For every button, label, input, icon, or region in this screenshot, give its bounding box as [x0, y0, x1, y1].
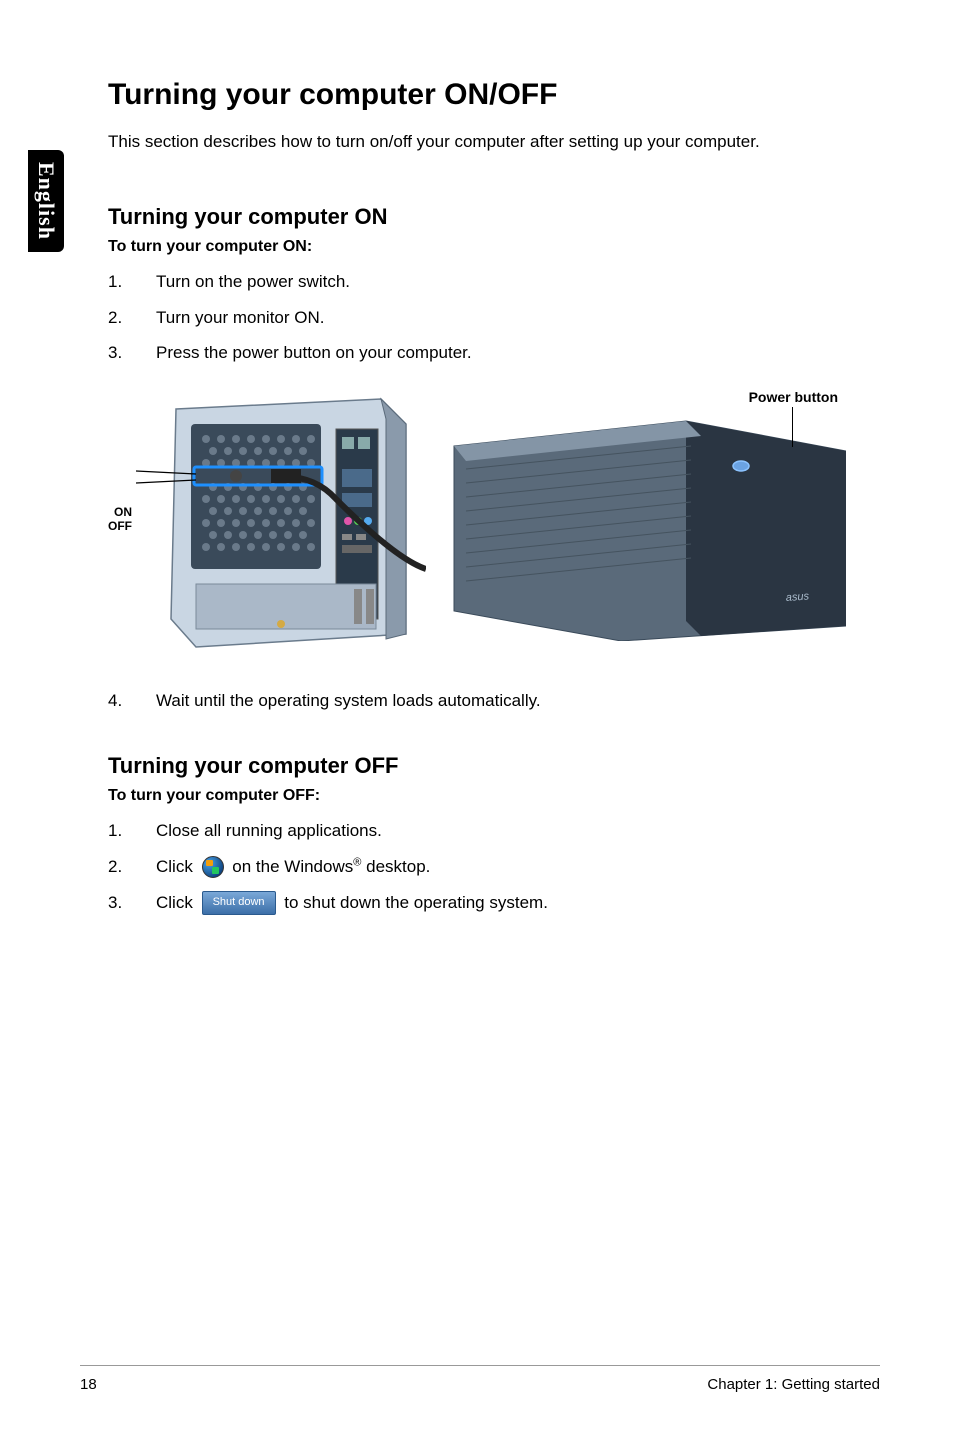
step-text: Turn on the power switch.	[156, 270, 350, 294]
step-number: 1.	[108, 270, 156, 294]
page-content: Turning your computer ON/OFF This sectio…	[108, 78, 898, 927]
shutdown-button-icon: Shut down	[202, 891, 276, 914]
list-item: 1. Close all running applications.	[108, 819, 898, 843]
diagram-front-wrapper: Power button asus	[446, 389, 898, 646]
intro-text: This section describes how to turn on/of…	[108, 130, 898, 154]
svg-text:asus: asus	[785, 591, 810, 605]
diagram-rear-wrapper: ON OFF	[108, 389, 426, 649]
step-text: Click Shut down to shut down the operati…	[156, 891, 548, 915]
power-button-line	[792, 407, 794, 447]
step-number: 1.	[108, 819, 156, 843]
chapter-label: Chapter 1: Getting started	[707, 1376, 880, 1393]
windows-start-icon	[202, 856, 224, 878]
on-off-labels: ON OFF	[108, 505, 132, 534]
power-button-label: Power button	[446, 389, 898, 405]
section-on-heading: Turning your computer ON	[108, 204, 898, 230]
steps-on-list-cont: 4. Wait until the operating system loads…	[108, 689, 898, 713]
step-text: Wait until the operating system loads au…	[156, 689, 541, 713]
step-number: 3.	[108, 891, 156, 915]
step-text: Click on the Windows® desktop.	[156, 855, 430, 879]
list-item: 3. Press the power button on your comput…	[108, 341, 898, 365]
section-off-heading: Turning your computer OFF	[108, 753, 898, 779]
on-label: ON	[108, 505, 132, 519]
step-number: 3.	[108, 341, 156, 365]
page-title: Turning your computer ON/OFF	[108, 78, 898, 112]
language-tab: English	[28, 150, 64, 252]
step-text: Press the power button on your computer.	[156, 341, 472, 365]
step-text: Turn your monitor ON.	[156, 306, 324, 330]
section-off: Turning your computer OFF To turn your c…	[108, 753, 898, 915]
list-item: 4. Wait until the operating system loads…	[108, 689, 898, 713]
computer-front-diagram: asus	[446, 411, 846, 641]
steps-off-list: 1. Close all running applications. 2. Cl…	[108, 819, 898, 915]
list-item: 1. Turn on the power switch.	[108, 270, 898, 294]
steps-on-list: 1. Turn on the power switch. 2. Turn you…	[108, 270, 898, 365]
page-number: 18	[80, 1376, 97, 1393]
step-number: 2.	[108, 855, 156, 879]
computer-rear-diagram	[136, 389, 426, 649]
step-number: 2.	[108, 306, 156, 330]
off-label: OFF	[108, 519, 132, 533]
section-off-subhead: To turn your computer OFF:	[108, 787, 898, 805]
section-on-subhead: To turn your computer ON:	[108, 238, 898, 256]
list-item: 2. Turn your monitor ON.	[108, 306, 898, 330]
step-number: 4.	[108, 689, 156, 713]
list-item: 2. Click on the Windows® desktop.	[108, 855, 898, 879]
step-text: Close all running applications.	[156, 819, 382, 843]
list-item: 3. Click Shut down to shut down the oper…	[108, 891, 898, 915]
page-footer: 18 Chapter 1: Getting started	[80, 1365, 880, 1393]
diagram-row: ON OFF	[108, 389, 898, 649]
